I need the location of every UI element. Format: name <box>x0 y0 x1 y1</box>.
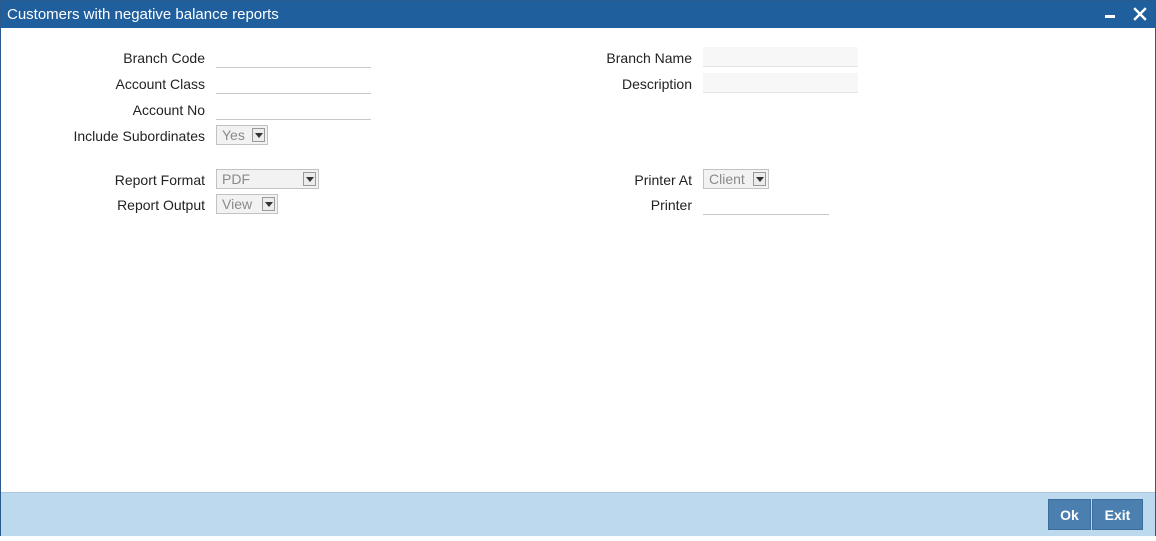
printer-at-label: Printer At <box>634 172 692 188</box>
window-title: Customers with negative balance reports <box>7 6 279 23</box>
report-output-select[interactable]: View <box>216 194 278 214</box>
chevron-down-icon[interactable] <box>303 172 316 186</box>
printer-input[interactable] <box>703 195 829 215</box>
account-class-input[interactable] <box>216 74 371 94</box>
report-output-label: Report Output <box>117 197 205 213</box>
report-format-value: PDF <box>222 171 250 187</box>
close-icon[interactable] <box>1131 5 1149 23</box>
minimize-icon[interactable] <box>1101 5 1119 23</box>
footer-bar: Ok Exit <box>1 492 1155 536</box>
report-window: Customers with negative balance reports … <box>0 0 1156 536</box>
report-output-value: View <box>222 196 253 212</box>
printer-at-value: Client <box>709 171 745 187</box>
branch-name-label: Branch Name <box>606 50 692 66</box>
chevron-down-icon[interactable] <box>252 128 265 142</box>
branch-name-field <box>703 47 858 67</box>
include-subordinates-label: Include Subordinates <box>73 128 205 144</box>
account-no-label: Account No <box>132 102 205 118</box>
report-format-select[interactable]: PDF <box>216 169 319 189</box>
description-field <box>703 73 858 93</box>
branch-code-input[interactable] <box>216 48 371 68</box>
include-subordinates-select[interactable]: Yes <box>216 125 268 145</box>
include-subordinates-value: Yes <box>222 127 245 143</box>
printer-at-select[interactable]: Client <box>703 169 769 189</box>
chevron-down-icon[interactable] <box>753 172 766 186</box>
description-label: Description <box>621 76 692 92</box>
account-no-input[interactable] <box>216 100 371 120</box>
printer-label: Printer <box>650 197 692 213</box>
exit-button[interactable]: Exit <box>1092 499 1143 530</box>
title-bar: Customers with negative balance reports <box>1 1 1155 28</box>
ok-button[interactable]: Ok <box>1048 499 1091 530</box>
branch-code-label: Branch Code <box>123 50 205 66</box>
chevron-down-icon[interactable] <box>262 197 275 211</box>
account-class-label: Account Class <box>115 76 205 92</box>
report-format-label: Report Format <box>114 172 205 188</box>
